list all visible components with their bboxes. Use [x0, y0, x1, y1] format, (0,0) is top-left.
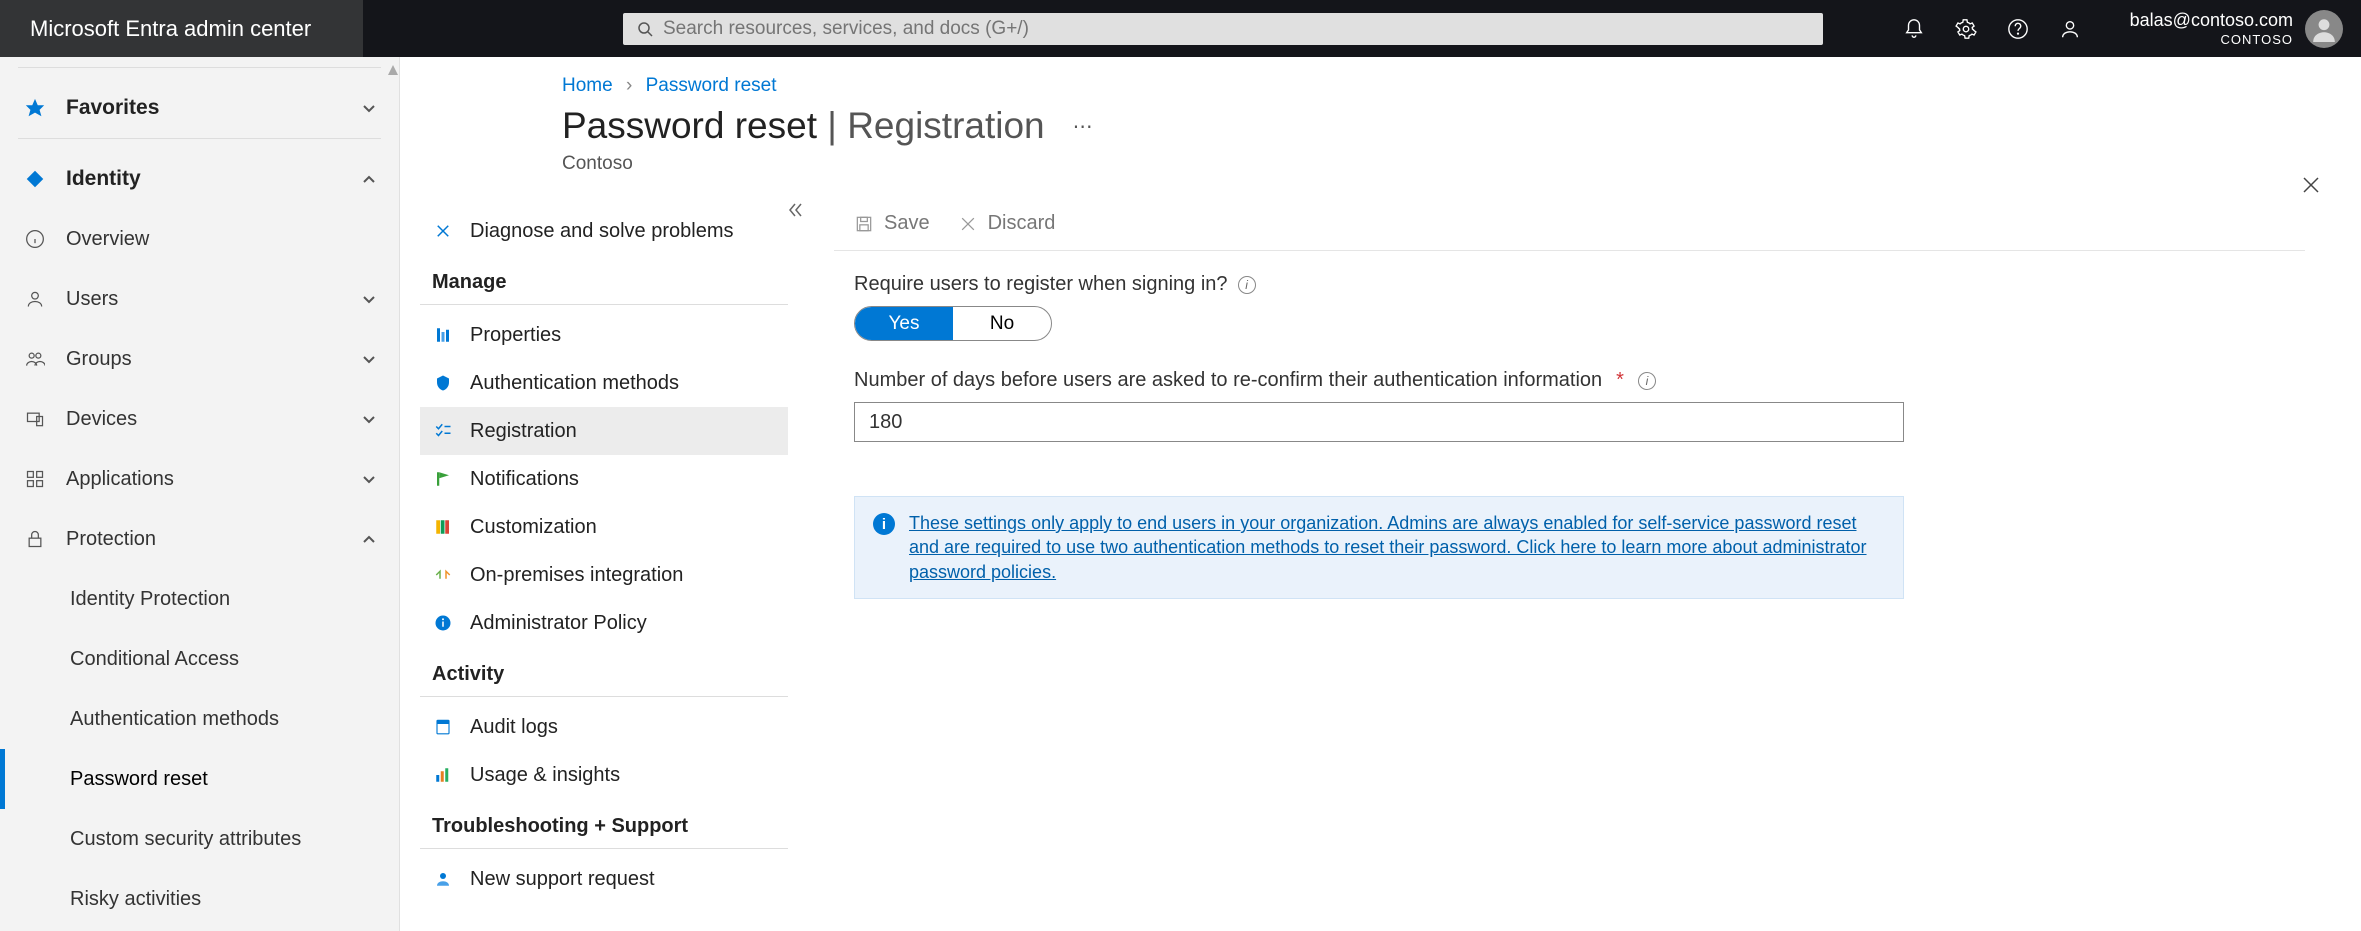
settings-icon[interactable] — [1954, 17, 1978, 41]
toggle-no[interactable]: No — [953, 307, 1051, 340]
info-fill-icon — [432, 614, 454, 632]
lock-icon — [22, 529, 48, 549]
chart-icon — [432, 766, 454, 784]
notifications-icon[interactable] — [1902, 17, 1926, 41]
user-email: balas@contoso.com — [2130, 10, 2293, 32]
require-register-toggle[interactable]: Yes No — [854, 306, 1052, 341]
top-header: Microsoft Entra admin center balas@conto… — [0, 0, 2361, 57]
snav-onprem[interactable]: On-premises integration — [420, 551, 788, 599]
star-icon — [22, 97, 48, 119]
nav-auth-methods[interactable]: Authentication methods — [0, 689, 399, 749]
sync-icon — [432, 566, 454, 584]
snav-manage-header: Manage — [420, 255, 788, 305]
nav-users[interactable]: Users — [0, 269, 399, 329]
snav-registration[interactable]: Registration — [420, 407, 788, 455]
feedback-icon[interactable] — [2058, 17, 2082, 41]
app-title: Microsoft Entra admin center — [0, 0, 363, 57]
chevron-down-icon — [361, 471, 377, 487]
left-nav: Favorites Identity Overview Users Groups… — [0, 57, 400, 931]
support-icon — [432, 870, 454, 888]
breadcrumb-page[interactable]: Password reset — [646, 75, 777, 96]
snav-properties[interactable]: Properties — [420, 311, 788, 359]
breadcrumb: Home › Password reset — [404, 57, 2333, 105]
info-banner: i These settings only apply to end users… — [854, 496, 1904, 599]
checklist-icon — [432, 422, 454, 440]
nav-risky-activities[interactable]: Risky activities — [0, 869, 399, 929]
command-bar: Save Discard — [834, 197, 2305, 251]
snav-activity-header: Activity — [420, 647, 788, 697]
snav-admin-policy[interactable]: Administrator Policy — [420, 599, 788, 647]
nav-password-reset[interactable]: Password reset — [0, 749, 399, 809]
save-button[interactable]: Save — [854, 212, 930, 235]
chevron-down-icon — [361, 411, 377, 427]
info-icon — [22, 229, 48, 249]
snav-audit-logs[interactable]: Audit logs — [420, 703, 788, 751]
palette-icon — [432, 518, 454, 536]
header-icon-bar: balas@contoso.com CONTOSO — [1902, 10, 2361, 48]
chevron-down-icon — [361, 100, 377, 116]
info-banner-link[interactable]: These settings only apply to end users i… — [909, 511, 1885, 584]
blade-nav: Diagnose and solve problems Manage Prope… — [404, 197, 794, 913]
search-icon — [637, 21, 653, 37]
nav-custom-security-attrs[interactable]: Custom security attributes — [0, 809, 399, 869]
properties-icon — [432, 326, 454, 344]
nav-protection[interactable]: Protection — [0, 509, 399, 569]
nav-identity-protection[interactable]: Identity Protection — [0, 569, 399, 629]
chevron-up-icon — [361, 171, 377, 187]
flag-icon — [432, 470, 454, 488]
nav-splitter[interactable] — [387, 57, 399, 931]
chevron-down-icon — [361, 351, 377, 367]
info-icon[interactable]: i — [1638, 372, 1656, 390]
snav-trouble-header: Troubleshooting + Support — [420, 799, 788, 849]
days-input[interactable] — [854, 402, 1904, 442]
info-icon[interactable]: i — [1238, 276, 1256, 294]
snav-support[interactable]: New support request — [420, 855, 788, 903]
nav-identity[interactable]: Identity — [0, 149, 399, 209]
snav-notifications[interactable]: Notifications — [420, 455, 788, 503]
org-label: Contoso — [404, 153, 2333, 175]
group-icon — [22, 349, 48, 369]
chevron-down-icon — [361, 291, 377, 307]
more-options-icon[interactable]: ⋯ — [1073, 114, 1093, 139]
chevron-up-icon — [361, 531, 377, 547]
days-label: Number of days before users are asked to… — [854, 369, 1906, 392]
global-search[interactable] — [623, 13, 1823, 45]
snav-customization[interactable]: Customization — [420, 503, 788, 551]
devices-icon — [22, 409, 48, 429]
form-column: Save Discard Require users to register w… — [794, 197, 2333, 913]
require-register-label: Require users to register when signing i… — [854, 273, 1906, 296]
user-icon — [22, 289, 48, 309]
nav-overview[interactable]: Overview — [0, 209, 399, 269]
breadcrumb-home[interactable]: Home — [562, 75, 613, 96]
user-menu[interactable]: balas@contoso.com CONTOSO — [2130, 10, 2343, 48]
discard-button[interactable]: Discard — [958, 212, 1056, 235]
user-org: CONTOSO — [2130, 32, 2293, 48]
collapse-panel-icon[interactable] — [786, 201, 804, 219]
global-search-input[interactable] — [663, 18, 1809, 40]
nav-conditional-access[interactable]: Conditional Access — [0, 629, 399, 689]
shield-icon — [432, 374, 454, 392]
toggle-yes[interactable]: Yes — [855, 307, 953, 340]
apps-icon — [22, 469, 48, 489]
log-icon — [432, 718, 454, 736]
nav-devices[interactable]: Devices — [0, 389, 399, 449]
snav-auth-methods[interactable]: Authentication methods — [420, 359, 788, 407]
info-fill-icon: i — [873, 513, 895, 535]
wrench-icon — [432, 222, 454, 240]
nav-favorites[interactable]: Favorites — [0, 78, 399, 138]
avatar — [2305, 10, 2343, 48]
snav-diagnose[interactable]: Diagnose and solve problems — [420, 207, 788, 255]
snav-usage[interactable]: Usage & insights — [420, 751, 788, 799]
nav-applications[interactable]: Applications — [0, 449, 399, 509]
identity-icon — [22, 168, 48, 190]
help-icon[interactable] — [2006, 17, 2030, 41]
close-icon[interactable] — [2301, 175, 2321, 195]
page-title: Password reset | Registration — [562, 105, 1045, 147]
main-content: Home › Password reset Password reset | R… — [400, 57, 2361, 931]
nav-groups[interactable]: Groups — [0, 329, 399, 389]
